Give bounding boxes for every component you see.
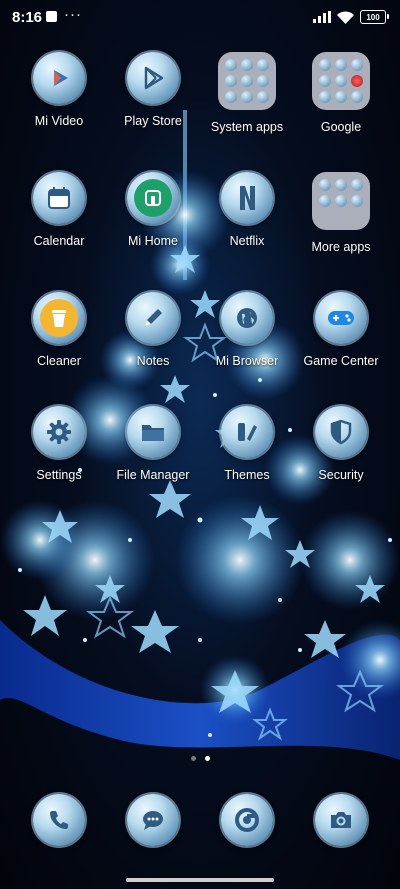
wifi-icon	[337, 10, 354, 24]
app-cleaner[interactable]: Cleaner	[12, 292, 106, 368]
game-center-icon[interactable]	[315, 292, 367, 344]
status-time: 8:16	[12, 9, 43, 26]
app-security[interactable]: Security	[294, 406, 388, 482]
app-label: Netflix	[229, 234, 265, 248]
themes-icon[interactable]	[221, 406, 273, 458]
app-label: More apps	[311, 240, 371, 254]
phone-icon[interactable]	[33, 794, 85, 846]
app-mi-browser[interactable]: Mi Browser	[200, 292, 294, 368]
app-calendar[interactable]: Calendar	[12, 172, 106, 254]
signal-icon	[313, 11, 331, 23]
app-themes[interactable]: Themes	[200, 406, 294, 482]
app-notes[interactable]: Notes	[106, 292, 200, 368]
calendar-icon[interactable]	[33, 172, 85, 224]
page-dot[interactable]	[190, 756, 196, 761]
netflix-icon[interactable]	[221, 172, 273, 224]
app-label: Calendar	[33, 234, 85, 248]
app-label: File Manager	[116, 468, 190, 482]
app-game-center[interactable]: Game Center	[294, 292, 388, 368]
notes-icon[interactable]	[127, 292, 179, 344]
app-label: Play Store	[124, 114, 182, 128]
dock-messages[interactable]	[106, 794, 200, 846]
folder-google[interactable]: Google	[294, 52, 388, 134]
battery-icon: 100	[360, 10, 389, 24]
dock-chrome[interactable]	[200, 794, 294, 846]
app-label: Cleaner	[37, 354, 81, 368]
app-label: System apps	[210, 120, 284, 134]
folder-system-apps[interactable]: System apps	[200, 52, 294, 134]
folder-icon[interactable]	[218, 52, 276, 110]
app-mi-video[interactable]: Mi Video	[12, 52, 106, 134]
security-shield-icon[interactable]	[315, 406, 367, 458]
folder-more-apps[interactable]: More apps	[294, 172, 388, 254]
page-dot-active[interactable]	[204, 756, 210, 761]
app-netflix[interactable]: Netflix	[200, 172, 294, 254]
app-label: Mi Video	[34, 114, 84, 128]
browser-icon[interactable]	[221, 292, 273, 344]
battery-level: 100	[366, 12, 380, 22]
chrome-icon[interactable]	[221, 794, 273, 846]
status-bar: 8:16 ··· 100	[0, 0, 400, 36]
folder-icon[interactable]	[312, 52, 370, 110]
mi-video-icon[interactable]	[33, 52, 85, 104]
app-label: Mi Browser	[215, 354, 279, 368]
camera-icon[interactable]	[315, 794, 367, 846]
app-label: Themes	[224, 468, 270, 482]
app-play-store[interactable]: Play Store	[106, 52, 200, 134]
notification-square-icon	[46, 11, 57, 22]
app-mi-home[interactable]: Mi Home	[106, 172, 200, 254]
home-indicator[interactable]	[126, 878, 274, 882]
app-label: Mi Home	[127, 234, 178, 248]
app-label: Notes	[136, 354, 170, 368]
dock	[0, 794, 400, 846]
page-indicator[interactable]	[0, 756, 400, 761]
app-label: Settings	[36, 468, 82, 482]
app-label: Game Center	[303, 354, 379, 368]
gear-icon[interactable]	[33, 406, 85, 458]
app-file-manager[interactable]: File Manager	[106, 406, 200, 482]
cleaner-icon[interactable]	[33, 292, 85, 344]
dock-phone[interactable]	[12, 794, 106, 846]
folder-icon[interactable]	[312, 172, 370, 230]
app-settings[interactable]: Settings	[12, 406, 106, 482]
file-manager-icon[interactable]	[127, 406, 179, 458]
more-notifications-indicator: ···	[64, 6, 82, 23]
app-grid: Mi Video Play Store System apps Google C…	[0, 52, 400, 482]
app-label: Security	[318, 468, 364, 482]
dock-camera[interactable]	[294, 794, 388, 846]
app-label: Google	[320, 120, 362, 134]
play-store-icon[interactable]	[127, 52, 179, 104]
mi-home-icon[interactable]	[127, 172, 179, 224]
messages-icon[interactable]	[127, 794, 179, 846]
